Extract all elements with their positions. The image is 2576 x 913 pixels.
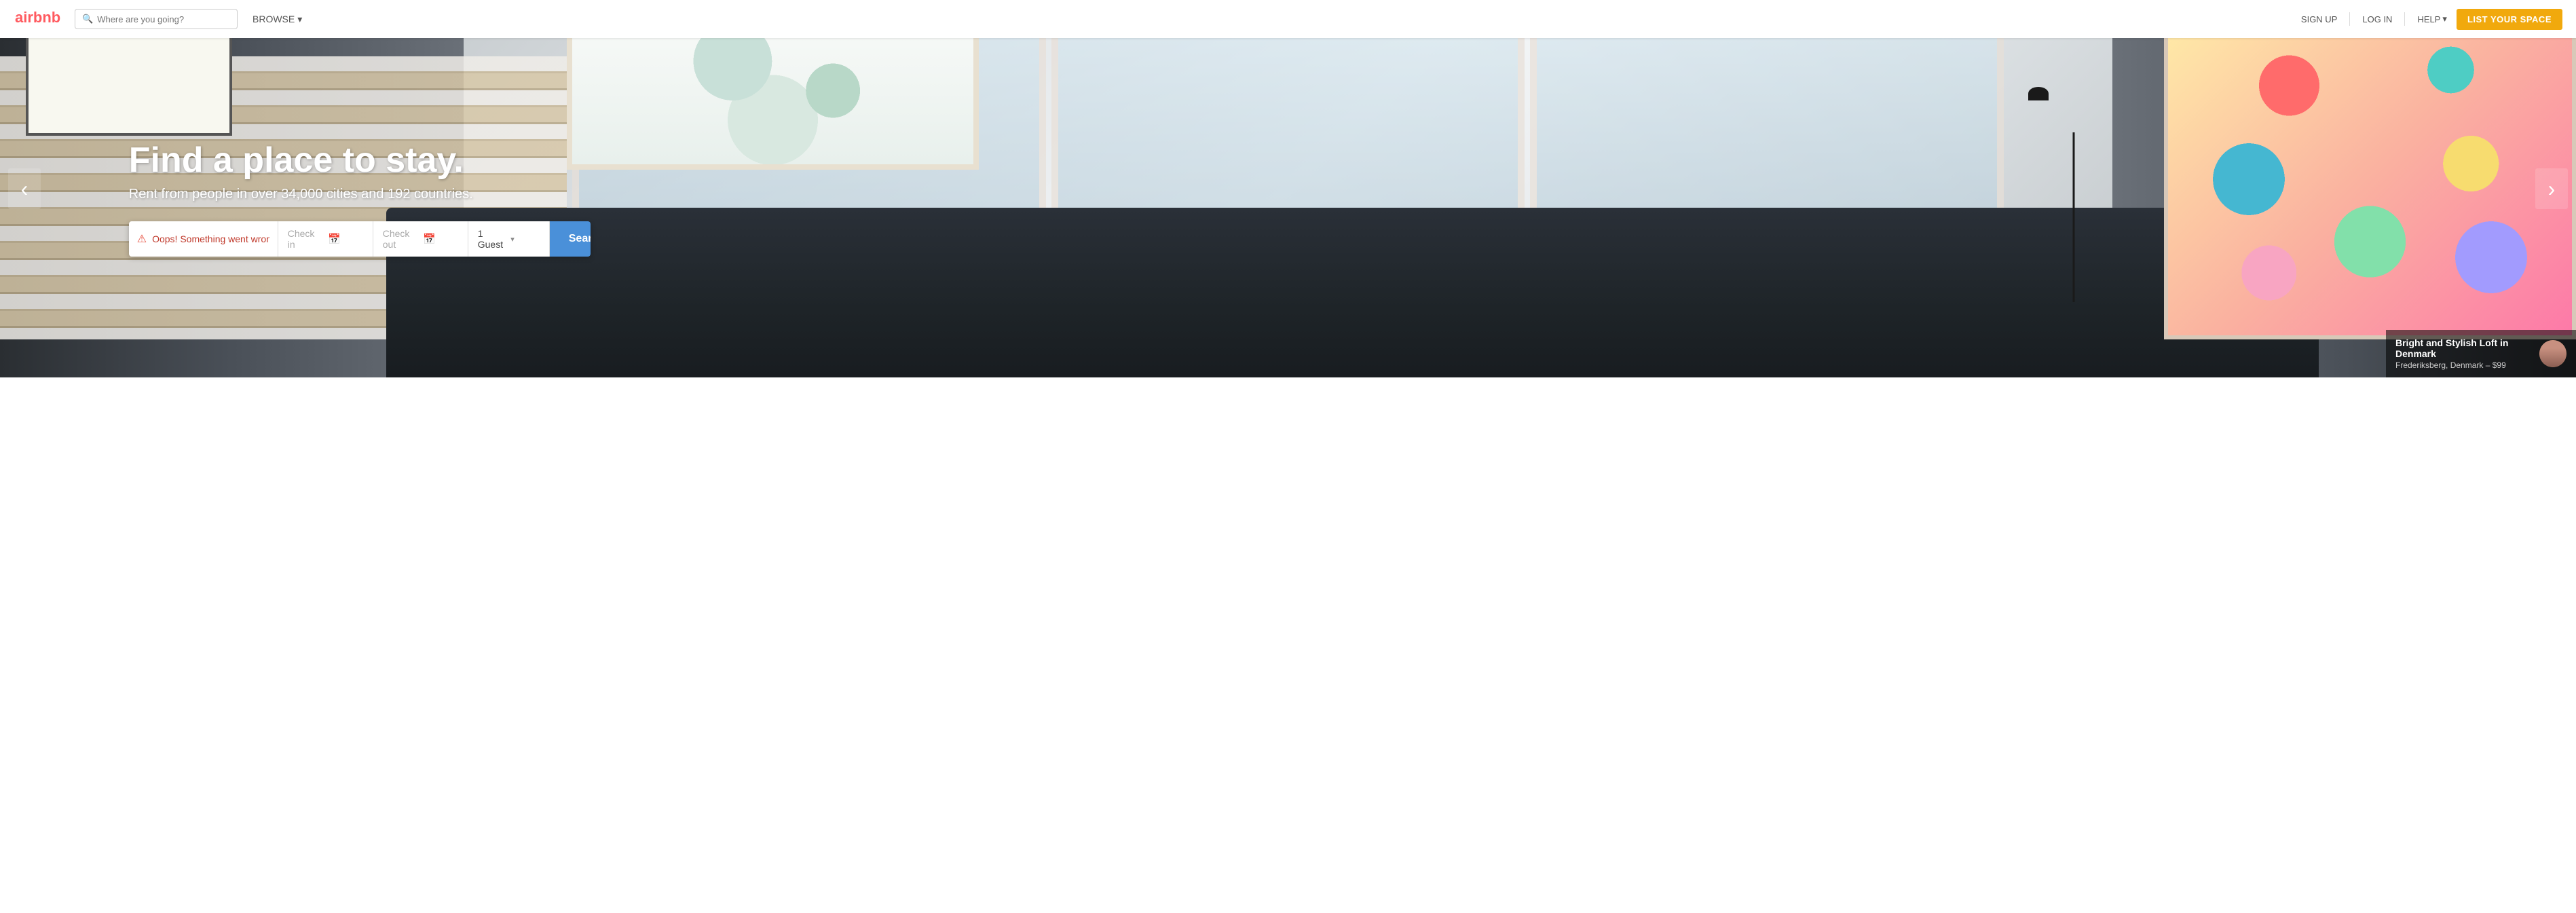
- hero-subtitle: Rent from people in over 34,000 cities a…: [129, 187, 2576, 202]
- guest-dropdown-icon: ▾: [510, 235, 540, 244]
- hero-section: ‹ › Find a place to stay. Rent from peop…: [0, 0, 2576, 377]
- nav-divider-2: [2404, 12, 2405, 26]
- checkout-field[interactable]: Check out 📅: [373, 221, 468, 257]
- chevron-right-icon: ›: [2548, 176, 2556, 202]
- property-location: Frederiksberg, Denmark – $99: [2395, 360, 2533, 370]
- nav-divider: [2349, 12, 2350, 26]
- checkin-label: Check in: [288, 228, 323, 250]
- hero-title: Find a place to stay.: [129, 141, 2576, 180]
- search-icon: 🔍: [82, 14, 93, 24]
- navbar: airbnb 🔍 BROWSE ▾ SIGN UP LOG IN HELP ▾ …: [0, 0, 2576, 38]
- chevron-left-icon: ‹: [21, 176, 29, 202]
- help-button[interactable]: HELP ▾: [2412, 10, 2452, 29]
- search-form: ⚠ Check in 📅 Check out 📅 1 Guest ▾ Searc…: [129, 221, 591, 257]
- search-input[interactable]: [97, 14, 230, 24]
- nav-right: SIGN UP LOG IN HELP ▾ LIST YOUR SPACE: [2296, 9, 2562, 30]
- chevron-down-icon: ▾: [297, 14, 302, 25]
- checkin-field[interactable]: Check in 📅: [278, 221, 373, 257]
- checkout-label: Check out: [383, 228, 418, 250]
- hero-content: Find a place to stay. Rent from people i…: [0, 0, 2576, 377]
- error-icon: ⚠: [137, 232, 147, 246]
- calendar-icon-checkout: 📅: [423, 233, 458, 245]
- signup-button[interactable]: SIGN UP: [2296, 10, 2342, 29]
- svg-text:airbnb: airbnb: [15, 9, 60, 26]
- property-card[interactable]: Bright and Stylish Loft in Denmark Frede…: [2386, 330, 2576, 377]
- guest-label: 1 Guest: [478, 228, 507, 250]
- guest-field[interactable]: 1 Guest ▾: [468, 221, 550, 257]
- location-field[interactable]: ⚠: [129, 221, 278, 257]
- property-name: Bright and Stylish Loft in Denmark: [2395, 337, 2533, 359]
- list-space-button[interactable]: LIST YOUR SPACE: [2457, 9, 2562, 30]
- property-info: Bright and Stylish Loft in Denmark Frede…: [2395, 337, 2533, 370]
- prev-arrow-button[interactable]: ‹: [8, 168, 41, 209]
- location-input[interactable]: [152, 234, 269, 244]
- search-button[interactable]: Search: [550, 221, 591, 257]
- browse-button[interactable]: BROWSE ▾: [246, 10, 309, 29]
- navbar-search-bar[interactable]: 🔍: [75, 9, 238, 29]
- avatar-image: [2539, 340, 2566, 367]
- chevron-down-icon-help: ▾: [2442, 14, 2447, 24]
- login-button[interactable]: LOG IN: [2357, 10, 2397, 29]
- logo[interactable]: airbnb: [14, 7, 64, 31]
- avatar: [2539, 340, 2566, 367]
- calendar-icon-checkin: 📅: [328, 233, 363, 245]
- next-arrow-button[interactable]: ›: [2535, 168, 2568, 209]
